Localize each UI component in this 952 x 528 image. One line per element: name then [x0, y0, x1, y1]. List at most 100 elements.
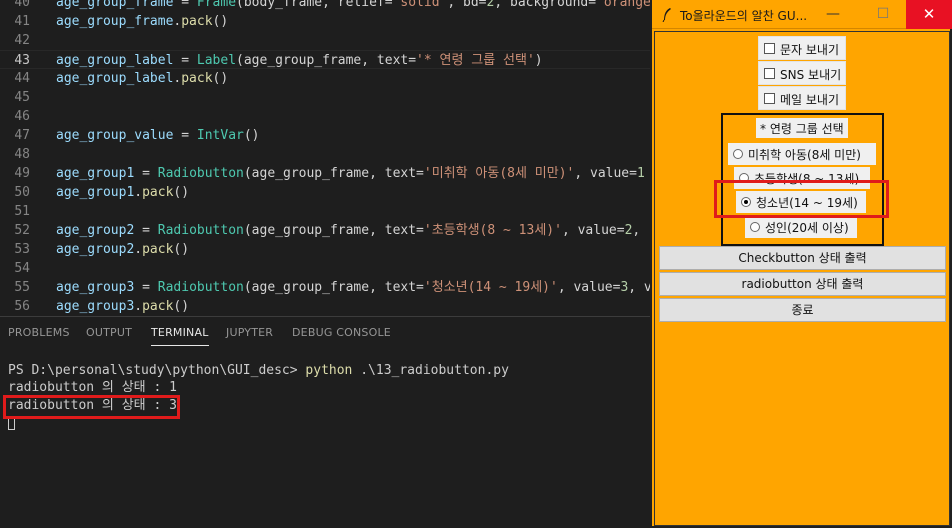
terminal-output-line: radiobutton 의 상태 : 1: [8, 380, 177, 395]
terminal-command: python: [305, 363, 353, 378]
line-number: 45: [14, 90, 30, 105]
code-text: age_group_frame.pack(): [56, 12, 228, 31]
code-text: age_group3.pack(): [56, 297, 189, 316]
code-line[interactable]: 49 age_group1 = Radiobutton(age_group_fra…: [0, 164, 660, 183]
terminal-args: .\13_radiobutton.py: [352, 363, 509, 378]
window-titlebar[interactable]: To올라운드의 알찬 GU... — ☐ ✕: [652, 0, 952, 29]
code-token: age_group_frame: [56, 0, 174, 10]
code-line[interactable]: 53 age_group2.pack(): [0, 240, 660, 259]
code-token: Label: [196, 53, 237, 68]
line-number: 49: [14, 166, 30, 181]
checkbutton-mail[interactable]: 메일 보내기: [758, 86, 846, 110]
code-token: =: [134, 223, 158, 238]
age-group-label: * 연령 그룹 선택: [756, 118, 848, 138]
code-token: , bd=: [447, 0, 487, 10]
quit-button[interactable]: 종료: [659, 298, 946, 322]
code-token: pack: [142, 242, 174, 257]
code-token: =: [134, 280, 158, 295]
tab-terminal[interactable]: TERMINAL: [151, 326, 209, 346]
code-token: =: [134, 166, 158, 181]
line-number: 47: [14, 128, 30, 143]
code-token: , value=: [561, 223, 625, 238]
code-token: (age_group_frame, text=: [243, 223, 424, 238]
tab-jupyter[interactable]: JUPYTER: [226, 326, 273, 339]
code-editor[interactable]: 40 age_group_frame = Frame(body_frame, re…: [0, 0, 660, 316]
code-token: age_group_frame: [56, 14, 174, 29]
radio-icon[interactable]: [733, 149, 743, 159]
maximize-button[interactable]: ☐: [860, 0, 906, 29]
checkbutton-sns[interactable]: SNS 보내기: [758, 61, 846, 85]
code-token: IntVar: [196, 128, 244, 143]
line-number: 56: [14, 299, 30, 314]
code-line[interactable]: 45: [0, 88, 660, 107]
line-number: 42: [14, 33, 30, 48]
code-line[interactable]: 43 age_group_label = Label(age_group_fram…: [0, 50, 660, 69]
code-token: .: [134, 299, 143, 314]
code-line[interactable]: 47 age_group_value = IntVar(): [0, 126, 660, 145]
code-token: '청소년(14 ~ 19세)': [423, 280, 558, 295]
checkbutton-label: 메일 보내기: [780, 93, 840, 107]
checkbutton-label: 문자 보내기: [780, 43, 840, 57]
radio-preschool[interactable]: 미취학 아동(8세 미만): [728, 143, 876, 165]
code-text: age_group_frame = Frame(body_frame, reli…: [56, 0, 659, 12]
code-line[interactable]: 56 age_group3.pack(): [0, 297, 660, 316]
code-line[interactable]: 52 age_group2 = Radiobutton(age_group_fra…: [0, 221, 660, 240]
code-text: age_group2.pack(): [56, 240, 189, 259]
code-line[interactable]: 46: [0, 107, 660, 126]
code-line[interactable]: 55 age_group3 = Radiobutton(age_group_fra…: [0, 278, 660, 297]
code-token: pack: [142, 185, 174, 200]
code-token: Radiobutton: [157, 223, 244, 238]
tab-debug-console[interactable]: DEBUG CONSOLE: [292, 326, 391, 339]
code-token: (body_frame, relief=: [236, 0, 393, 10]
code-token: 'solid': [392, 0, 448, 10]
minimize-button[interactable]: —: [810, 0, 856, 29]
code-token: 1: [636, 166, 645, 181]
tab-output[interactable]: OUTPUT: [86, 326, 132, 339]
code-token: age_group3: [56, 280, 135, 295]
highlight-box-terminal: [3, 395, 180, 419]
code-text: age_group1 = Radiobutton(age_group_frame…: [56, 164, 645, 183]
window-title: To올라운드의 알찬 GU...: [680, 9, 808, 23]
checkbutton-sms[interactable]: 문자 보내기: [758, 36, 846, 60]
line-number: 53: [14, 242, 30, 257]
radio-label: 미취학 아동(8세 미만): [748, 148, 861, 162]
code-line[interactable]: 41 age_group_frame.pack(): [0, 12, 660, 31]
checkbox-icon[interactable]: [764, 68, 775, 79]
line-number: 40: [14, 0, 30, 10]
close-button[interactable]: ✕: [906, 0, 952, 29]
checkbox-icon[interactable]: [764, 93, 775, 104]
bottom-panel: PROBLEMS OUTPUT TERMINAL JUPYTER DEBUG C…: [0, 316, 650, 528]
radio-icon[interactable]: [750, 222, 760, 232]
code-token: , value=: [574, 166, 637, 181]
checkbutton-status-button[interactable]: Checkbutton 상태 출력: [659, 246, 946, 270]
code-token: pack: [181, 14, 213, 29]
code-token: (): [173, 242, 190, 257]
code-token: age_group_label: [56, 71, 174, 86]
code-token: age_group_label: [56, 53, 174, 68]
line-number: 48: [14, 147, 30, 162]
code-token: pack: [142, 299, 174, 314]
line-number: 41: [14, 14, 30, 29]
radio-adult[interactable]: 성인(20세 이상): [745, 216, 857, 238]
code-line[interactable]: 54: [0, 259, 660, 278]
radiobutton-status-button[interactable]: radiobutton 상태 출력: [659, 272, 946, 296]
code-line[interactable]: 51: [0, 202, 660, 221]
code-line[interactable]: 40 age_group_frame = Frame(body_frame, re…: [0, 0, 660, 12]
line-number: 46: [14, 109, 30, 124]
code-token: (): [212, 71, 229, 86]
code-token: Radiobutton: [157, 280, 244, 295]
checkbutton-label: SNS 보내기: [780, 68, 842, 82]
line-number: 43: [14, 53, 30, 68]
line-number: 51: [14, 204, 30, 219]
panel-tabs: PROBLEMS OUTPUT TERMINAL JUPYTER DEBUG C…: [0, 317, 650, 349]
code-line[interactable]: 50 age_group1.pack(): [0, 183, 660, 202]
code-line[interactable]: 44 age_group_label.pack(): [0, 69, 660, 88]
feather-icon: [662, 8, 671, 22]
code-line[interactable]: 48: [0, 145, 660, 164]
code-token: , v: [628, 280, 652, 295]
line-number: 55: [14, 280, 30, 295]
code-token: (): [173, 299, 190, 314]
code-line[interactable]: 42: [0, 31, 660, 50]
tab-problems[interactable]: PROBLEMS: [8, 326, 70, 339]
checkbox-icon[interactable]: [764, 43, 775, 54]
